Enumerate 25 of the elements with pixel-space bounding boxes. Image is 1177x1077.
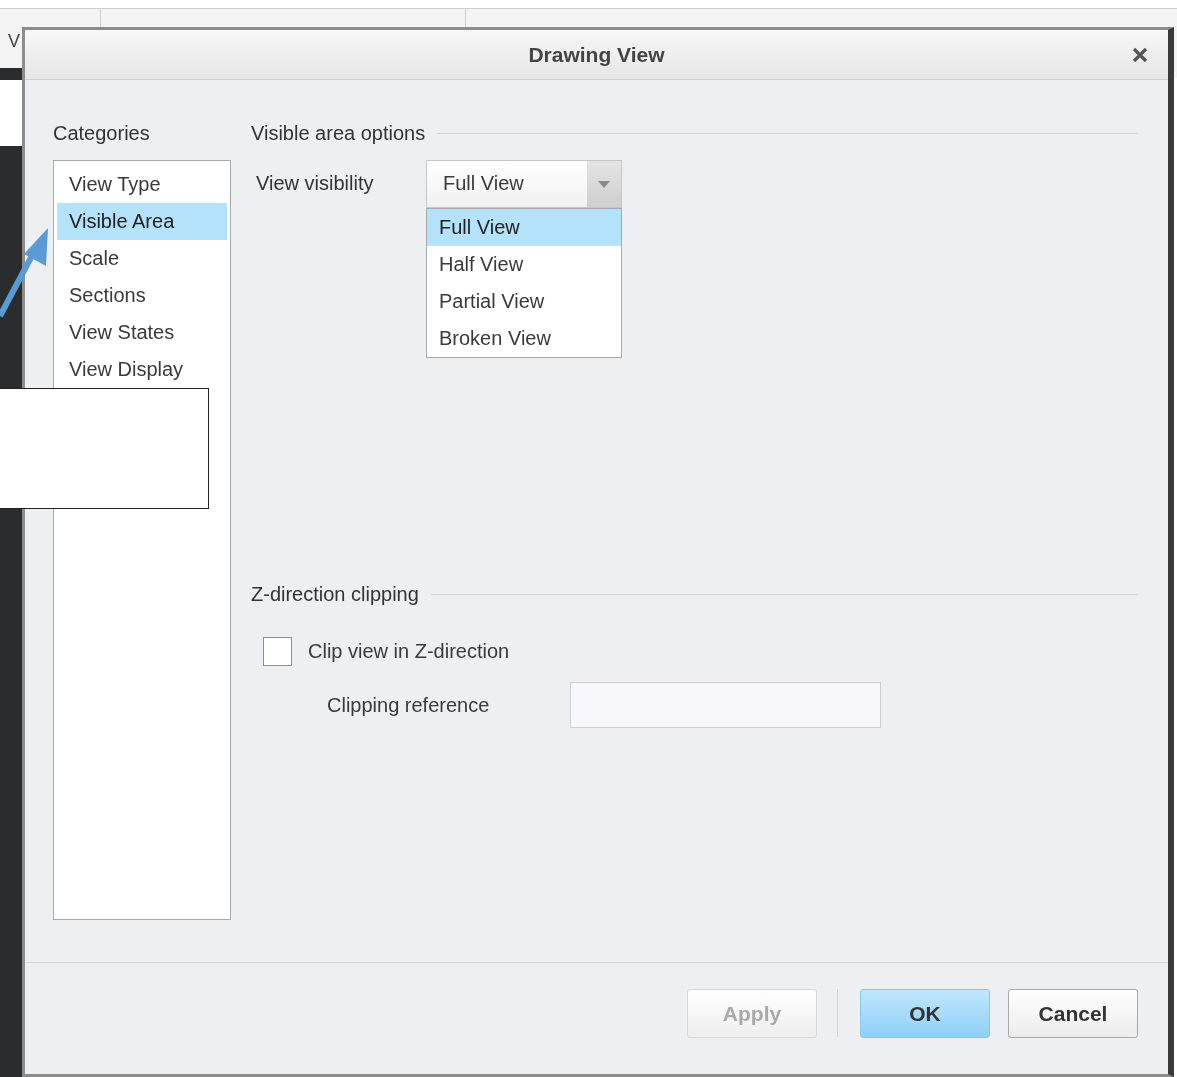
category-item[interactable]: Scale: [57, 240, 227, 277]
section-heading: Z-direction clipping: [251, 582, 419, 607]
dialog-button[interactable]: OK: [860, 989, 990, 1038]
view-visibility-label: View visibility: [255, 171, 375, 196]
category-item[interactable]: View Type: [57, 166, 227, 203]
section-heading: Visible area options: [251, 121, 426, 146]
checkbox-label[interactable]: Clip view in Z-direction: [308, 636, 510, 666]
category-item[interactable]: Sections: [57, 277, 227, 314]
dropdown-option[interactable]: Broken View: [427, 320, 621, 357]
clipping-reference-label: Clipping reference: [327, 693, 491, 718]
dropdown-option[interactable]: Full View: [427, 209, 621, 246]
dropdown-option[interactable]: Partial View: [427, 283, 621, 320]
checkbox[interactable]: [263, 636, 292, 666]
category-item[interactable]: Visible Area: [57, 203, 227, 240]
dropdown-option[interactable]: Half View: [427, 246, 621, 283]
category-item[interactable]: View States: [57, 314, 227, 351]
categories-label: Categories: [53, 121, 151, 146]
view-visibility-dropdown[interactable]: Full View: [426, 160, 622, 208]
window-title: Drawing View: [528, 41, 665, 68]
background-text: V: [8, 30, 20, 53]
dialog-button[interactable]: Cancel: [1008, 989, 1138, 1038]
caret-icon: [598, 180, 610, 188]
close-icon[interactable]: [1132, 47, 1148, 63]
clipping-reference-field[interactable]: [570, 682, 881, 728]
category-item[interactable]: View Display: [57, 351, 227, 388]
